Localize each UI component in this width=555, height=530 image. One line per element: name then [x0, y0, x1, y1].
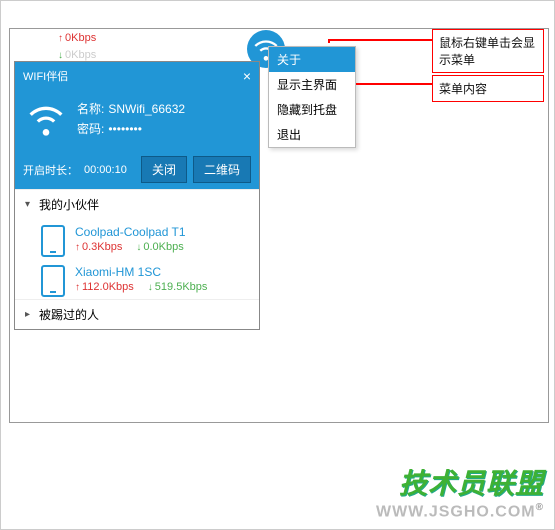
annotation-menu-content: 菜单内容 [432, 75, 544, 102]
menu-item-about[interactable]: 关于 [269, 47, 355, 72]
phone-icon [41, 265, 65, 297]
name-label: 名称: [77, 99, 104, 119]
menu-item-hide-tray[interactable]: 隐藏到托盘 [269, 97, 355, 122]
close-button[interactable]: 关闭 [141, 156, 187, 183]
uptime-value: 00:00:10 [84, 164, 127, 176]
device-download: 519.5Kbps [148, 281, 208, 293]
annotation-rightclick: 鼠标右键单击会显示菜单 [432, 29, 544, 73]
section-kicked[interactable]: 被踢过的人 [15, 299, 259, 329]
app-window: WIFI伴侣 × 名称: SNWifi_66632 密码: •••••••• 开… [14, 61, 260, 330]
menu-item-exit[interactable]: 退出 [269, 122, 355, 147]
annotation-arrow [328, 39, 330, 43]
qr-button[interactable]: 二维码 [193, 156, 251, 183]
section-partners[interactable]: 我的小伙伴 [15, 189, 259, 219]
menu-item-show-main[interactable]: 显示主界面 [269, 72, 355, 97]
app-info-panel: 名称: SNWifi_66632 密码: •••••••• [15, 90, 259, 150]
wifi-icon [25, 98, 67, 140]
brand-text: 技术员联盟 [376, 462, 544, 502]
app-title: WIFI伴侣 [23, 68, 68, 84]
device-name[interactable]: Xiaomi-HM 1SC [75, 265, 249, 279]
screenshot-frame: 0Kbps 0Kbps 关于 显示主界面 隐藏到托盘 退出 鼠标右键单击会显示菜… [9, 28, 549, 423]
annotation-line [328, 39, 432, 41]
device-download: 0.0Kbps [136, 241, 183, 253]
phone-icon [41, 225, 65, 257]
info-fields: 名称: SNWifi_66632 密码: •••••••• [77, 99, 185, 140]
uptime-label: 开启时长： [23, 162, 78, 178]
device-name[interactable]: Coolpad-Coolpad T1 [75, 225, 249, 239]
context-menu: 关于 显示主界面 隐藏到托盘 退出 [268, 46, 356, 148]
app-toolbar: 开启时长： 00:00:10 关闭 二维码 [15, 150, 259, 189]
pwd-value: •••••••• [108, 119, 142, 139]
device-row: Coolpad-Coolpad T1 0.3Kbps 0.0Kbps [15, 219, 259, 259]
tray-download-speed: 0Kbps [58, 49, 96, 61]
device-upload: 0.3Kbps [75, 241, 122, 253]
name-value: SNWifi_66632 [108, 99, 185, 119]
device-upload: 112.0Kbps [75, 281, 134, 293]
app-titlebar: WIFI伴侣 × [15, 62, 259, 90]
brand-url: WWW.JSGHO.COM® [376, 502, 544, 521]
device-row: Xiaomi-HM 1SC 112.0Kbps 519.5Kbps [15, 259, 259, 299]
footer-logo: 技术员联盟 WWW.JSGHO.COM® [376, 462, 544, 521]
pwd-label: 密码: [77, 119, 104, 139]
tray-upload-speed: 0Kbps [58, 32, 96, 44]
close-icon[interactable]: × [243, 68, 251, 84]
annotation-line [356, 83, 432, 85]
